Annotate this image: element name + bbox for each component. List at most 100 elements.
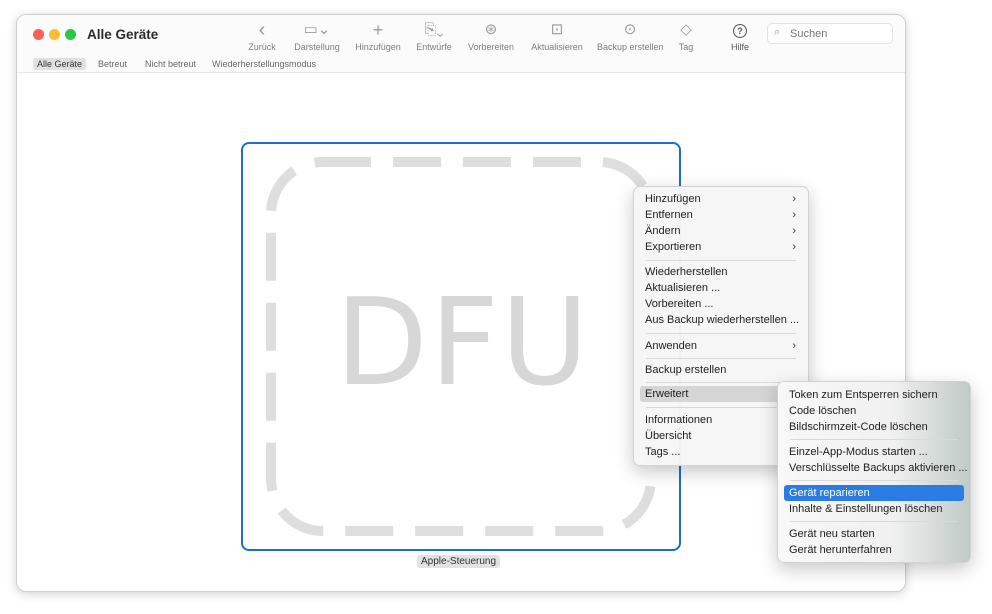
menu-item-restore-from-backup[interactable]: Aus Backup wiederherstellen ... bbox=[640, 312, 802, 328]
filter-all-devices[interactable]: Alle Geräte bbox=[33, 58, 87, 70]
menu-item-label: Vorbereiten ... bbox=[645, 298, 714, 310]
menu-item-label: Ändern bbox=[645, 225, 681, 237]
chevron-left-icon: ‹ bbox=[258, 19, 266, 41]
submenu-item-label: Verschlüsselte Backups aktivieren ... bbox=[789, 462, 968, 474]
menu-item-apply[interactable]: Anwenden › bbox=[640, 338, 802, 354]
submenu-item-label: Code löschen bbox=[789, 405, 857, 417]
zoom-window-button[interactable] bbox=[65, 29, 76, 40]
chevron-right-icon: › bbox=[792, 193, 796, 205]
menu-item-label: Tags ... bbox=[645, 446, 681, 458]
menu-separator bbox=[646, 333, 796, 334]
close-window-button[interactable] bbox=[33, 29, 44, 40]
submenu-item-escrow-token[interactable]: Token zum Entsperren sichern bbox=[784, 387, 964, 403]
menu-item-label: Backup erstellen bbox=[645, 364, 727, 376]
menu-item-add[interactable]: Hinzufügen › bbox=[640, 191, 802, 207]
submenu-item-shutdown[interactable]: Gerät herunterfahren bbox=[784, 542, 964, 558]
help-button[interactable]: ? Hilfe bbox=[725, 20, 755, 52]
submenu-item-label: Token zum Entsperren sichern bbox=[789, 389, 938, 401]
prepare-label: Vorbereiten bbox=[467, 42, 515, 52]
menu-item-label: Entfernen bbox=[645, 209, 693, 221]
update-label: Aktualisieren bbox=[531, 42, 583, 52]
menu-item-restore[interactable]: Wiederherstellen bbox=[640, 264, 802, 280]
submenu-item-clear-screentime[interactable]: Bildschirmzeit-Code löschen bbox=[784, 419, 964, 435]
menu-separator bbox=[646, 260, 796, 261]
view-label: Darstellung bbox=[294, 42, 340, 52]
menu-item-label: Erweitert bbox=[645, 388, 689, 400]
add-label: Hinzufügen bbox=[355, 42, 401, 52]
menu-item-prepare[interactable]: Vorbereiten ... bbox=[640, 296, 802, 312]
toolbar: Alle Geräte ‹ Zurück ▭⌄ Darstellung + Hi… bbox=[17, 15, 905, 55]
menu-separator bbox=[790, 480, 958, 481]
submenu-item-restart[interactable]: Gerät neu starten bbox=[784, 526, 964, 542]
tag-icon: ◇ bbox=[680, 21, 692, 38]
menu-item-label: Wiederherstellen bbox=[645, 266, 728, 278]
help-glyph: ? bbox=[733, 24, 747, 38]
submenu-item-label: Inhalte & Einstellungen löschen bbox=[789, 503, 943, 515]
menu-item-label: Aktualisieren ... bbox=[645, 282, 721, 294]
chevron-right-icon: › bbox=[792, 209, 796, 221]
plus-icon: + bbox=[372, 20, 384, 40]
search-input[interactable] bbox=[788, 25, 890, 43]
submenu-item-revive-device[interactable]: Gerät reparieren bbox=[784, 485, 964, 501]
submenu-item-label: Gerät reparieren bbox=[789, 487, 870, 499]
search-icon: ⌕ bbox=[774, 26, 781, 38]
back-label: Zurück bbox=[248, 42, 276, 52]
submenu-item-label: Bildschirmzeit-Code löschen bbox=[789, 421, 928, 433]
menu-separator bbox=[646, 407, 796, 408]
help-icon: ? bbox=[725, 20, 755, 40]
backup-label: Backup erstellen bbox=[597, 42, 664, 52]
menu-item-label: Aus Backup wiederherstellen ... bbox=[645, 314, 800, 326]
menu-item-remove[interactable]: Entfernen › bbox=[640, 207, 802, 223]
submenu-item-label: Gerät herunterfahren bbox=[789, 544, 892, 556]
blueprint-icon: ⎘⌄ bbox=[424, 21, 444, 38]
view-button[interactable]: ▭⌄ Darstellung bbox=[294, 20, 340, 52]
menu-item-update[interactable]: Aktualisieren ... bbox=[640, 280, 802, 296]
blueprints-label: Entwürfe bbox=[416, 42, 452, 52]
back-button[interactable]: ‹ Zurück bbox=[247, 20, 277, 52]
chevron-right-icon: › bbox=[792, 340, 796, 352]
view-icon: ▭⌄ bbox=[303, 21, 331, 38]
prepare-button[interactable]: ⊛ Vorbereiten bbox=[466, 20, 516, 52]
chevron-right-icon: › bbox=[792, 241, 796, 253]
tag-label: Tag bbox=[678, 42, 694, 52]
menu-separator bbox=[790, 521, 958, 522]
menu-separator bbox=[646, 382, 796, 383]
chevron-right-icon: › bbox=[792, 225, 796, 237]
submenu-item-encrypted-backups[interactable]: Verschlüsselte Backups aktivieren ... bbox=[784, 460, 968, 476]
tag-button[interactable]: ◇ Tag bbox=[674, 20, 698, 52]
add-button[interactable]: + Hinzufügen bbox=[353, 20, 403, 52]
submenu-item-erase-all[interactable]: Inhalte & Einstellungen löschen bbox=[784, 501, 964, 517]
menu-separator bbox=[790, 439, 958, 440]
submenu-item-clear-passcode[interactable]: Code löschen bbox=[784, 403, 964, 419]
menu-item-label: Hinzufügen bbox=[645, 193, 701, 205]
submenu-item-label: Einzel-App-Modus starten ... bbox=[789, 446, 928, 458]
filter-bar: Alle Geräte Betreut Nicht betreut Wieder… bbox=[17, 55, 905, 73]
blueprints-button[interactable]: ⎘⌄ Entwürfe bbox=[414, 20, 454, 52]
update-icon: ⊡ bbox=[550, 21, 564, 38]
device-name-label: Apple-Steuerung bbox=[417, 555, 501, 568]
device-tile[interactable]: DFU bbox=[241, 142, 681, 551]
search-field[interactable]: ⌕ bbox=[767, 23, 893, 44]
filter-recovery-mode[interactable]: Wiederherstellungsmodus bbox=[208, 58, 320, 70]
menu-item-label: Anwenden bbox=[645, 340, 697, 352]
menu-item-label: Übersicht bbox=[645, 430, 692, 442]
minimize-window-button[interactable] bbox=[49, 29, 60, 40]
advanced-submenu: Token zum Entsperren sichern Code lösche… bbox=[777, 381, 971, 563]
menu-item-backup[interactable]: Backup erstellen bbox=[640, 362, 802, 378]
menu-item-modify[interactable]: Ändern › bbox=[640, 223, 802, 239]
menu-item-export[interactable]: Exportieren › bbox=[640, 239, 802, 255]
prepare-icon: ⊛ bbox=[484, 21, 498, 38]
filter-supervised[interactable]: Betreut bbox=[94, 58, 131, 70]
submenu-item-label: Gerät neu starten bbox=[789, 528, 875, 540]
filter-unsupervised[interactable]: Nicht betreut bbox=[141, 58, 200, 70]
update-button[interactable]: ⊡ Aktualisieren bbox=[529, 20, 585, 52]
window-title: Alle Geräte bbox=[87, 27, 159, 42]
backup-icon: ⊙ bbox=[623, 21, 637, 38]
menu-separator bbox=[646, 358, 796, 359]
menu-item-label: Exportieren bbox=[645, 241, 702, 253]
backup-button[interactable]: ⊙ Backup erstellen bbox=[597, 20, 664, 52]
help-label: Hilfe bbox=[730, 42, 749, 52]
menu-item-label: Informationen bbox=[645, 414, 713, 426]
submenu-item-single-app-mode[interactable]: Einzel-App-Modus starten ... bbox=[784, 444, 964, 460]
dfu-screen-text: DFU bbox=[335, 274, 591, 413]
